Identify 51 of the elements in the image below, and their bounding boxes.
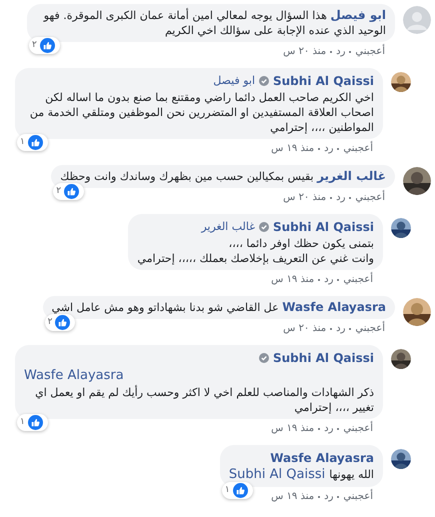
reply-link[interactable]: رد <box>336 190 346 205</box>
author-name[interactable]: غالب الغرير <box>317 169 386 183</box>
thumbs-up-icon <box>28 135 43 150</box>
author-name[interactable]: Wasfe Alayasra <box>270 449 374 467</box>
comment-text: ذكر الشهادات والمناصب للعلم اخي لا اكثر وحسب رأيك لم يقم او يعمل اي تغيير ،،،، إحترامي <box>34 385 374 415</box>
thumbs-up-icon <box>40 38 55 53</box>
author-name[interactable]: Subhi Al Qaissi <box>273 218 374 236</box>
like-link[interactable]: أعجبني <box>343 272 373 287</box>
author-name[interactable]: Wasfe Alayasra <box>282 300 386 314</box>
author-name[interactable]: Subhi Al Qaissi <box>273 72 374 90</box>
comment-text: بتمنى يكون حظك اوفر دائما ،،،، <box>228 236 374 251</box>
like-link[interactable]: أعجبني <box>355 190 385 205</box>
timestamp[interactable]: منذ ١٩ س <box>271 489 314 504</box>
timestamp[interactable]: منذ ٢٠ س <box>283 44 326 59</box>
like-link[interactable]: أعجبني <box>343 489 373 504</box>
thumbs-up-icon <box>232 483 248 498</box>
timestamp[interactable]: منذ ٢٠ س <box>283 190 326 205</box>
timestamp[interactable]: منذ ١٩ س <box>271 272 314 287</box>
like-count-badge[interactable]: ٢ <box>29 37 60 54</box>
comment-text: اخي الكريم صاحب العمل دائما راضي ومقتنع بما صنع بدون ما اساله لكن اصحاب العلاقة المستفيدين او المتضررين نحن الموظفين ومتلقي الخدمة من المواطنين ،،،، إحترامي <box>28 90 374 135</box>
author-name[interactable]: Subhi Al Qaissi <box>273 349 374 367</box>
reply-link[interactable]: رد <box>336 44 346 59</box>
like-count-badge[interactable]: ١ <box>17 134 48 151</box>
mention-link[interactable]: ابو فيصل <box>213 72 255 90</box>
reply-link[interactable]: رد <box>324 489 334 504</box>
timestamp[interactable]: منذ ٢٠ س <box>283 321 326 336</box>
author-name[interactable]: ابو فيصل <box>330 8 386 22</box>
like-count-badge[interactable]: ١ <box>17 414 48 431</box>
comment-text: وانت غني عن التعريف بإخلاصك بعملك ،،،،، إحترامي <box>137 251 374 266</box>
comment-text: الله يهونها <box>329 467 374 483</box>
like-count-badge[interactable]: ٢ <box>53 183 84 200</box>
reply-link[interactable]: رد <box>324 421 334 436</box>
comment-text: ابو فيصل هذا السؤال يوجه لمعالي امين أمانة عمان الكبرى الموقرة. فهو الوحيد الذي عنده الإجابة على سؤالك اخي الكريم <box>42 8 386 38</box>
mention-link[interactable]: Wasfe Alayasra <box>24 367 124 385</box>
timestamp[interactable]: منذ ١٩ س <box>271 421 314 436</box>
like-link[interactable]: أعجبني <box>355 321 385 336</box>
comment-text: غالب الغرير بقيس بمكيالين حسب مين بظهرك وساندك وانت وحظك <box>60 169 386 184</box>
timestamp[interactable]: منذ ١٩ س <box>271 141 314 156</box>
thumbs-up-icon <box>28 415 43 430</box>
reply-link[interactable]: رد <box>336 321 346 336</box>
like-link[interactable]: أعجبني <box>343 141 373 156</box>
like-link[interactable]: أعجبني <box>355 44 385 59</box>
like-count-badge[interactable]: ٢ <box>44 314 76 331</box>
like-count-badge[interactable]: ١ <box>222 482 253 499</box>
thumbs-up-icon <box>64 184 80 199</box>
mention-link[interactable]: غالب الغرير <box>201 218 255 236</box>
like-link[interactable]: أعجبني <box>343 421 373 436</box>
mention-link[interactable]: Subhi Al Qaissi <box>228 467 326 483</box>
thumbs-up-icon <box>55 315 70 330</box>
reply-link[interactable]: رد <box>324 272 334 287</box>
reply-link[interactable]: رد <box>324 141 334 156</box>
